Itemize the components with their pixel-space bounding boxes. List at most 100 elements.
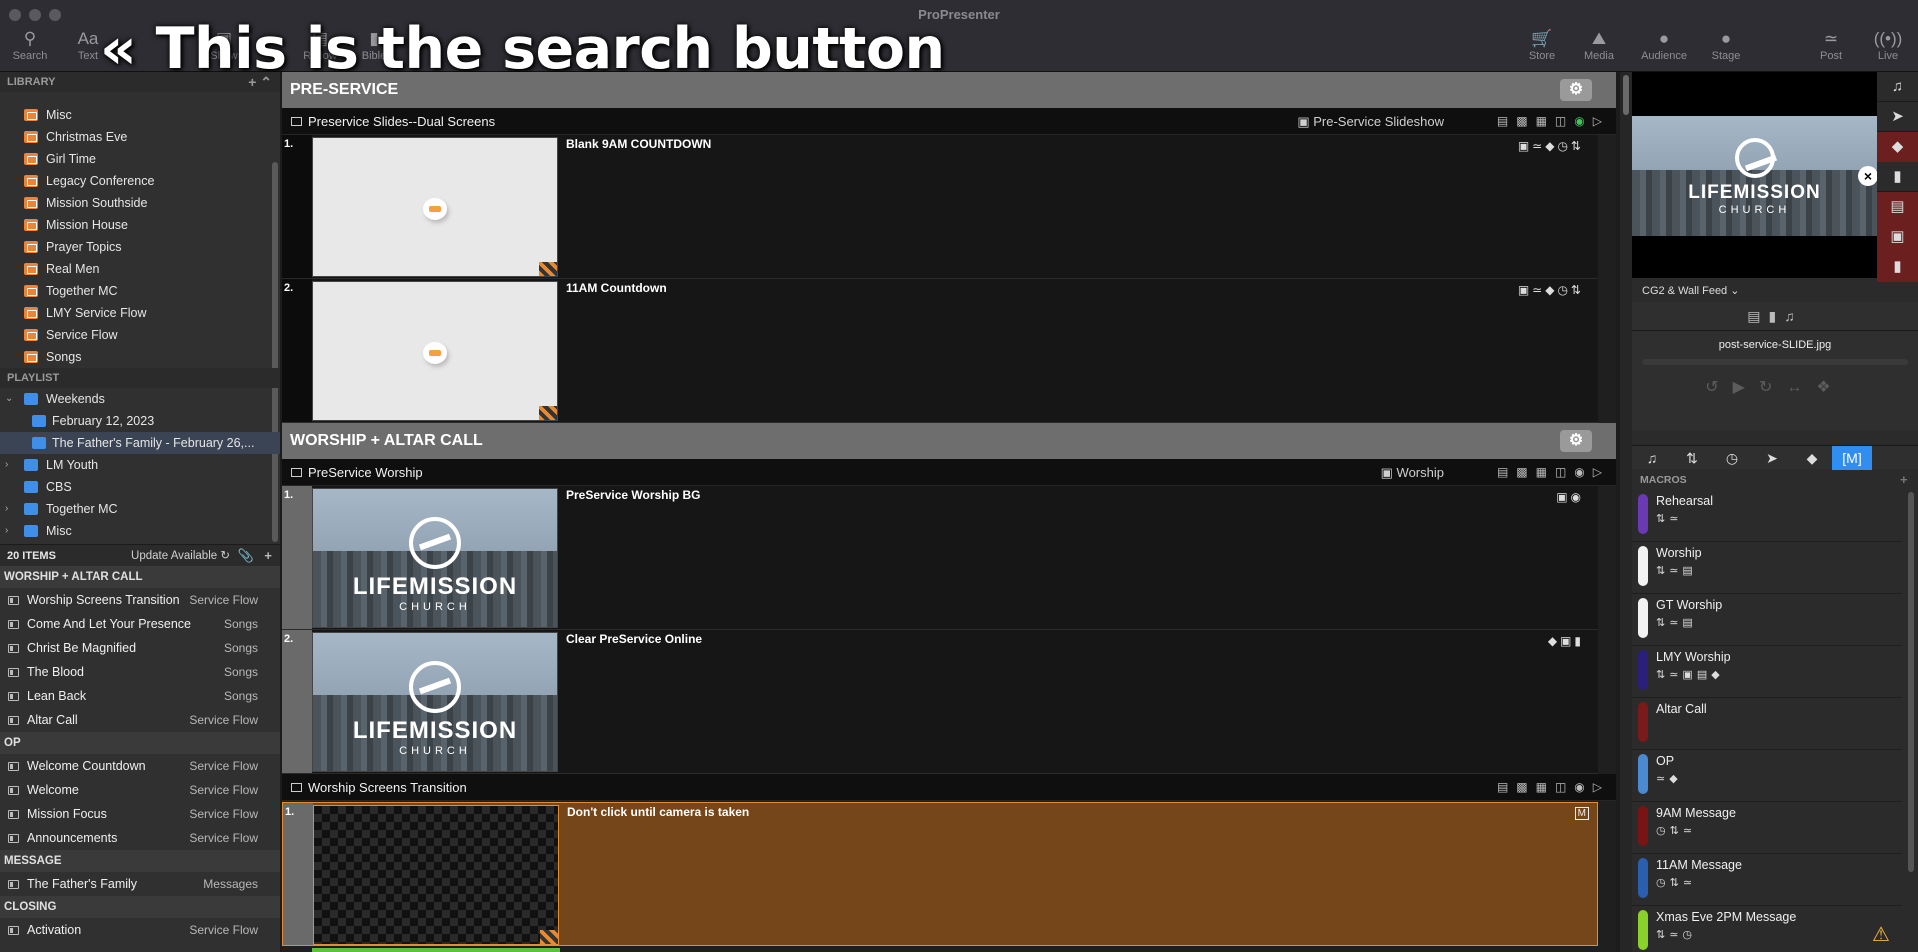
record-icon[interactable]: ◉ [1574, 114, 1592, 128]
slide-layer-icon[interactable]: ▤ [1877, 192, 1918, 222]
presentation-tools-icons[interactable]: ▤▩▦◫◉▷ [1497, 108, 1610, 135]
macro-item[interactable]: OP ≃◆ [1632, 750, 1902, 802]
timer-tab-icon[interactable]: ◷ [1712, 446, 1752, 470]
media-button[interactable]: ⛰ Media [1571, 28, 1627, 62]
setlist-row[interactable]: Announcements Service Flow [0, 826, 280, 850]
arrangement-label[interactable]: ▣ Worship [1381, 459, 1444, 486]
macro-item[interactable]: Xmas Eve 2PM Message ⇅≃◷ [1632, 906, 1902, 952]
audio-layer-icon[interactable]: ♫ [1877, 72, 1918, 102]
playlist-item[interactable]: CBS [0, 476, 280, 498]
setlist-row[interactable]: Welcome Service Flow [0, 778, 280, 802]
library-item[interactable]: Real Men [0, 258, 280, 280]
live-button[interactable]: ((•)) Live [1860, 28, 1916, 62]
presentation-tools-icons[interactable]: ▤▩▦◫◉▷ [1497, 774, 1610, 801]
setlist-row[interactable]: Come And Let Your Presence Songs [0, 612, 280, 636]
props-layer-icon[interactable]: ◆ [1877, 132, 1918, 162]
audience-button[interactable]: ● Audience [1636, 28, 1692, 62]
macros-tab-icon[interactable]: [M] [1832, 446, 1872, 470]
update-available-button[interactable]: Update Available ↻ [131, 545, 230, 567]
close-icon[interactable]: × [1858, 166, 1878, 186]
media-layer-icon[interactable]: ▣ [1877, 222, 1918, 252]
chevron-right-icon[interactable]: › [5, 498, 8, 520]
slide-card[interactable]: 1. LIFEMISSION CHURCH PreService Worship … [282, 486, 1598, 630]
slide-thumbnail[interactable] [312, 137, 558, 277]
library-item[interactable]: Legacy Conference [0, 170, 280, 192]
library-item[interactable]: Mission Southside [0, 192, 280, 214]
store-button[interactable]: 🛒 Store [1514, 28, 1570, 62]
video-input-layer-icon[interactable]: ▮ [1877, 252, 1918, 282]
playlist-item[interactable]: February 12, 2023 [0, 410, 280, 432]
library-item[interactable]: LMY Service Flow [0, 302, 280, 324]
setlist-row[interactable]: The Father's Family Messages [0, 872, 280, 896]
macro-item[interactable]: LMY Worship ⇅≃▣▤◆ [1632, 646, 1902, 698]
group-header-worship[interactable]: WORSHIP + ALTAR CALL ⚙ [282, 423, 1616, 459]
gear-icon[interactable]: ⚙ [1560, 79, 1592, 101]
library-item[interactable]: Together MC [0, 280, 280, 302]
library-add-collapse[interactable]: + ⌃ [248, 72, 272, 92]
setlist-row[interactable]: Mission Focus Service Flow [0, 802, 280, 826]
library-item[interactable]: Misc [0, 104, 280, 126]
announcement-layer-icon[interactable]: ➤ [1877, 102, 1918, 132]
presentation-header[interactable]: PreService Worship ▣ Worship ▤▩▦◫◉▷ [282, 459, 1616, 486]
playlist-folder[interactable]: › Misc [0, 520, 280, 542]
setlist-row[interactable]: Worship Screens Transition Service Flow [0, 588, 280, 612]
chevron-down-icon[interactable]: ⌄ [5, 388, 13, 410]
chevron-right-icon[interactable]: › [5, 454, 8, 476]
audio-tab-icon[interactable]: ♫ [1632, 446, 1672, 470]
playlist-folder[interactable]: › Together MC [0, 498, 280, 520]
props-tab-icon[interactable]: ◆ [1792, 446, 1832, 470]
slide-card[interactable]: 2. LIFEMISSION CHURCH Clear PreService On… [282, 630, 1598, 774]
media-progress-bar[interactable] [1642, 359, 1908, 365]
macro-item[interactable]: 11AM Message ◷⇅≃ [1632, 854, 1902, 906]
slide-grid-scrollbar[interactable] [1620, 72, 1632, 952]
setlist-group-header[interactable]: CLOSING [0, 896, 280, 918]
setlist-row[interactable]: The Blood Songs [0, 660, 280, 684]
slide-thumbnail[interactable] [312, 281, 558, 421]
setlist-row[interactable]: Altar Call Service Flow [0, 708, 280, 732]
output-preview[interactable]: LIFEMISSION CHURCH × [1632, 72, 1878, 278]
search-button[interactable]: ⚲ Search [2, 28, 58, 62]
feed-selector[interactable]: CG2 & Wall Feed ⌄ [1642, 284, 1739, 297]
stage-button[interactable]: ● Stage [1698, 28, 1754, 62]
setlist-row[interactable]: Lean Back Songs [0, 684, 280, 708]
arrangement-label[interactable]: ▣ Pre-Service Slideshow [1297, 108, 1444, 135]
setlist-row[interactable]: Activation Service Flow [0, 918, 280, 942]
setlist-row[interactable]: Welcome Countdown Service Flow [0, 754, 280, 778]
announce-tab-icon[interactable]: ➤ [1752, 446, 1792, 470]
stage-tab-icon[interactable]: ⇅ [1672, 446, 1712, 470]
playlist-item-selected[interactable]: The Father's Family - February 26,... [0, 432, 280, 454]
macro-item[interactable]: GT Worship ⇅≃▤ [1632, 594, 1902, 646]
macro-item[interactable]: Rehearsal ⇅≃ [1632, 490, 1902, 542]
library-item[interactable]: Girl Time [0, 148, 280, 170]
clear-tools[interactable]: ▤▮♫ [1632, 302, 1918, 330]
slide-card[interactable]: 1. Blank 9AM COUNTDOWN ▣≃◆◷⇅ [282, 135, 1598, 279]
setlist-group-header[interactable]: WORSHIP + ALTAR CALL [0, 566, 280, 588]
playlist-folder[interactable]: › LM Youth [0, 454, 280, 476]
presentation-header[interactable]: Worship Screens Transition ▤▩▦◫◉▷ [282, 774, 1616, 801]
add-icon[interactable]: + [264, 545, 272, 567]
gear-icon[interactable]: ⚙ [1560, 430, 1592, 452]
warning-icon[interactable]: ⚠ [1872, 922, 1890, 947]
playlist-folder-weekends[interactable]: ⌄ Weekends [0, 388, 280, 410]
group-header-pre-service[interactable]: PRE-SERVICE ⚙ [282, 72, 1616, 108]
message-layer-icon[interactable]: ▮ [1877, 162, 1918, 192]
chevron-right-icon[interactable]: › [5, 520, 8, 542]
macro-item[interactable]: Worship ⇅≃▤ [1632, 542, 1902, 594]
library-item[interactable]: Prayer Topics [0, 236, 280, 258]
macros-scrollbar[interactable] [1908, 492, 1914, 872]
post-button[interactable]: ≃ Post [1803, 28, 1859, 62]
macro-item[interactable]: 9AM Message ◷⇅≃ [1632, 802, 1902, 854]
library-item[interactable]: Christmas Eve [0, 126, 280, 148]
slide-thumbnail[interactable]: LIFEMISSION CHURCH [312, 632, 558, 772]
library-item[interactable]: Songs [0, 346, 280, 368]
slide-card-active[interactable]: 1. Don't click until camera is taken M [282, 802, 1598, 946]
setlist-group-header[interactable]: MESSAGE [0, 850, 280, 872]
paperclip-icon[interactable]: 📎 [238, 545, 254, 567]
slide-card[interactable]: 2. 11AM Countdown ▣≃◆◷⇅ [282, 279, 1598, 423]
add-macro-icon[interactable]: + [1900, 472, 1908, 487]
slide-thumbnail[interactable]: LIFEMISSION CHURCH [312, 488, 558, 628]
library-item[interactable]: Service Flow [0, 324, 280, 346]
presentation-header[interactable]: Preservice Slides--Dual Screens ▣ Pre-Se… [282, 108, 1616, 135]
scroll-thumb[interactable] [1623, 75, 1629, 115]
slide-thumbnail[interactable] [313, 805, 559, 945]
